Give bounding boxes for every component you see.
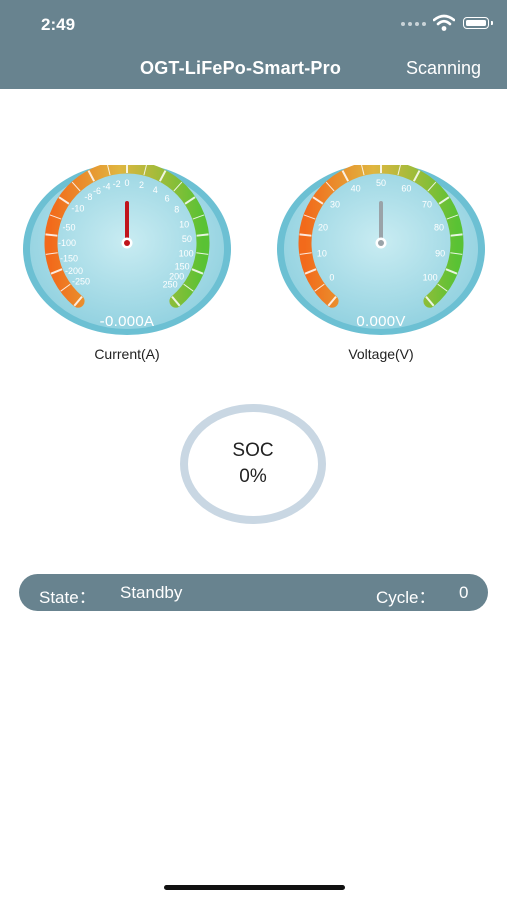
voltage-gauge: 0 10 20 30 40 50 60 70 80 90 100 0.000V [276,165,486,337]
current-tick-label: 8 [174,204,179,214]
soc-label: SOC [232,440,274,461]
current-tick-label: -50 [62,223,75,233]
current-tick-label: -250 [72,277,90,287]
current-tick-label: 2 [139,180,144,190]
current-tick-label: -8 [84,192,92,202]
voltage-tick-label: 60 [401,184,411,194]
current-tick-label: -6 [93,186,101,196]
voltage-tick-label: 80 [434,223,444,233]
current-tick-label: -10 [71,204,84,214]
current-tick-label: -200 [65,266,83,276]
current-tick-label: 4 [153,185,158,195]
current-tick-label: -2 [113,179,121,189]
current-tick-label: 250 [163,280,178,290]
wifi-icon [433,14,455,31]
scanning-button[interactable]: Scanning [406,58,481,79]
voltage-tick-label: 50 [376,178,386,188]
cycle-label: Cycle： [376,588,436,607]
battery-icon [463,17,493,29]
state-value: Standby [120,583,183,602]
home-indicator[interactable] [164,885,345,890]
voltage-tick-label: 70 [422,199,432,209]
current-tick-label: -4 [102,182,110,192]
current-tick-label: 150 [175,261,190,271]
current-dial-face [30,169,224,329]
voltage-tick-label: 30 [330,199,340,209]
current-needle-cap [124,240,130,246]
cycle-value: 0 [459,583,469,602]
current-reading: -0.000A [99,313,155,330]
status-time: 2:49 [41,15,76,34]
voltage-tick-label: 0 [329,272,334,282]
current-gauge-label: Current(A) [94,346,160,362]
cellular-signal-icon [401,20,431,28]
current-tick-label: 100 [179,248,194,258]
current-gauge: -2 -4 -6 -8 -10 -50 -100 -150 -200 -250 0 2 4 6 8 10 50 1… [22,165,232,337]
soc-value: 0% [239,466,267,487]
voltage-needle-cap [378,240,384,246]
voltage-tick-label: 20 [318,223,328,233]
voltage-gauge-label: Voltage(V) [348,346,414,362]
voltage-tick [450,233,463,237]
current-tick [45,233,58,237]
voltage-reading: 0.000V [356,313,406,330]
voltage-tick-label: 10 [317,248,327,258]
top-bar: 2:49 OGT-LiFePo-Smart-Pro Scanning [0,0,507,89]
state-label: State： [39,588,96,607]
voltage-tick [299,233,312,237]
current-tick [196,233,209,237]
state-bar: State： Standby Cycle： 0 [19,574,488,611]
soc-display: SOC 0% [179,438,327,490]
current-tick-label: 0 [124,178,129,188]
voltage-dial-face [284,169,478,329]
nav-title: OGT-LiFePo-Smart-Pro [140,58,342,78]
current-tick-label: -100 [58,238,76,248]
voltage-tick-label: 90 [435,248,445,258]
current-tick-label: 50 [182,234,192,244]
voltage-tick-label: 100 [423,272,438,282]
current-tick-label: -150 [60,254,78,264]
current-tick-label: 10 [179,220,189,230]
current-tick-label: 6 [165,193,170,203]
voltage-tick-label: 40 [351,184,361,194]
